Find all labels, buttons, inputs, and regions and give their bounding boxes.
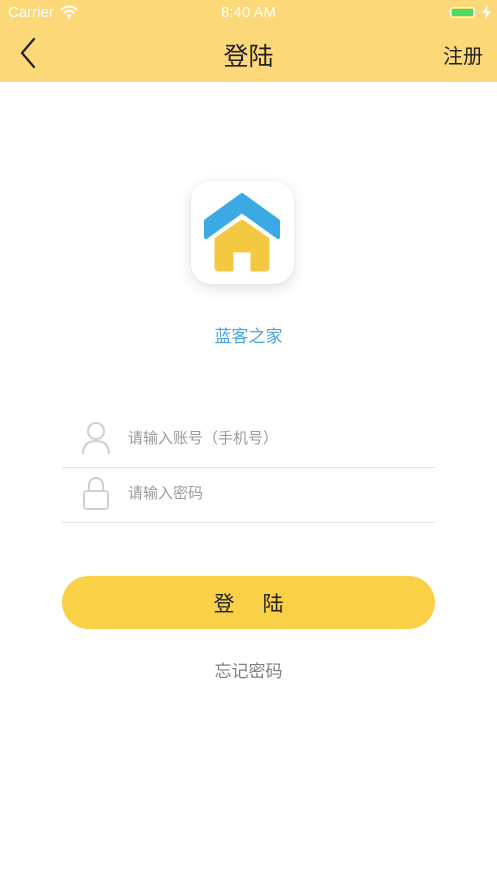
forgot-password-link[interactable]: 忘记密码 xyxy=(0,657,497,682)
status-time: 8:40 AM xyxy=(220,4,277,21)
lock-icon xyxy=(80,476,112,514)
app-logo xyxy=(191,181,294,284)
account-field xyxy=(62,413,435,468)
register-button[interactable]: 注册 xyxy=(443,40,483,69)
password-input[interactable] xyxy=(128,480,418,506)
navigation-bar: Carrier 8:40 AM 登陆 注册 xyxy=(0,0,497,82)
charging-bolt-icon xyxy=(482,5,491,24)
login-button[interactable]: 登陆 xyxy=(62,576,435,629)
app-name: 蓝客之家 xyxy=(214,327,283,347)
page-title: 登陆 xyxy=(223,42,274,71)
user-icon xyxy=(80,421,112,459)
status-bar: Carrier 8:40 AM xyxy=(0,0,497,26)
house-logo-icon xyxy=(204,193,280,272)
battery-icon xyxy=(450,7,475,18)
password-field xyxy=(62,468,435,523)
account-input[interactable] xyxy=(128,425,418,451)
